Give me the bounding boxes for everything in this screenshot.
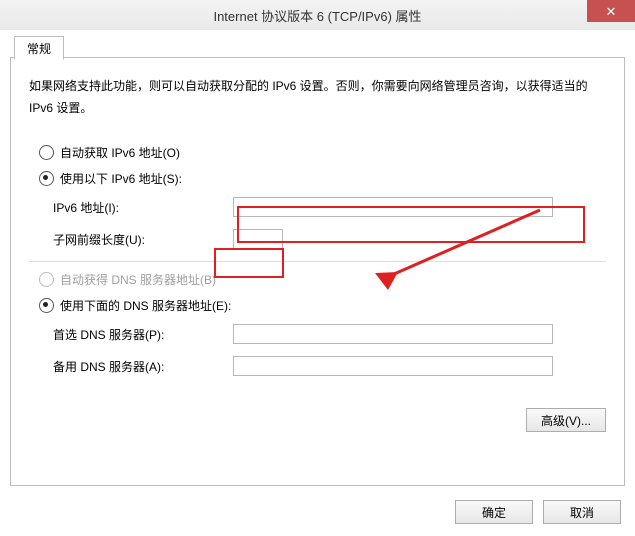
tab-general[interactable]: 常规	[14, 36, 64, 60]
radio-auto-dns: 自动获得 DNS 服务器地址(B)	[39, 268, 606, 290]
cancel-button[interactable]: 取消	[543, 500, 621, 524]
tab-control: 常规 如果网络支持此功能，则可以自动获取分配的 IPv6 设置。否则，你需要向网…	[10, 35, 625, 486]
input-ipv6-address[interactable]	[233, 197, 553, 217]
radio-icon	[39, 171, 54, 186]
window-body: 常规 如果网络支持此功能，则可以自动获取分配的 IPv6 设置。否则，你需要向网…	[0, 30, 635, 536]
advanced-button[interactable]: 高级(V)...	[526, 408, 606, 432]
radio-icon	[39, 272, 54, 287]
tab-strip: 常规	[10, 35, 625, 57]
input-pref-dns[interactable]	[233, 324, 553, 344]
radio-manual-ipv6-label: 使用以下 IPv6 地址(S):	[60, 170, 182, 187]
radio-manual-ipv6[interactable]: 使用以下 IPv6 地址(S):	[39, 167, 606, 189]
label-pref-dns: 首选 DNS 服务器(P):	[53, 326, 233, 343]
radio-icon	[39, 298, 54, 313]
label-prefix-length: 子网前缀长度(U):	[53, 231, 233, 248]
radio-manual-dns-label: 使用下面的 DNS 服务器地址(E):	[60, 297, 231, 314]
ipv6-fields: IPv6 地址(I): 子网前缀长度(U):	[53, 193, 606, 253]
row-pref-dns: 首选 DNS 服务器(P):	[53, 320, 606, 348]
close-icon: ✕	[606, 5, 617, 18]
properties-dialog: Internet 协议版本 6 (TCP/IPv6) 属性 ✕ 常规 如果网络支…	[0, 0, 635, 536]
dialog-buttons: 确定 取消	[455, 500, 621, 524]
label-ipv6-address: IPv6 地址(I):	[53, 199, 233, 216]
label-alt-dns: 备用 DNS 服务器(A):	[53, 358, 233, 375]
radio-icon	[39, 145, 54, 160]
dns-fields: 首选 DNS 服务器(P): 备用 DNS 服务器(A):	[53, 320, 606, 380]
advanced-row: 高级(V)...	[29, 408, 606, 432]
cancel-button-label: 取消	[570, 504, 594, 521]
radio-auto-ipv6[interactable]: 自动获取 IPv6 地址(O)	[39, 141, 606, 163]
separator	[29, 261, 606, 262]
ok-button-label: 确定	[482, 504, 506, 521]
advanced-button-label: 高级(V)...	[541, 412, 591, 429]
radio-auto-ipv6-label: 自动获取 IPv6 地址(O)	[60, 144, 180, 161]
radio-manual-dns[interactable]: 使用下面的 DNS 服务器地址(E):	[39, 294, 606, 316]
window-title: Internet 协议版本 6 (TCP/IPv6) 属性	[0, 6, 635, 25]
description-text: 如果网络支持此功能，则可以自动获取分配的 IPv6 设置。否则，你需要向网络管理…	[29, 76, 606, 119]
row-ipv6-address: IPv6 地址(I):	[53, 193, 606, 221]
tab-general-label: 常规	[27, 40, 51, 57]
row-prefix-length: 子网前缀长度(U):	[53, 225, 606, 253]
title-bar: Internet 协议版本 6 (TCP/IPv6) 属性 ✕	[0, 0, 635, 31]
ok-button[interactable]: 确定	[455, 500, 533, 524]
input-prefix-length[interactable]	[233, 229, 283, 249]
close-button[interactable]: ✕	[587, 0, 635, 22]
radio-auto-dns-label: 自动获得 DNS 服务器地址(B)	[60, 271, 216, 288]
tab-panel-general: 如果网络支持此功能，则可以自动获取分配的 IPv6 设置。否则，你需要向网络管理…	[10, 57, 625, 486]
input-alt-dns[interactable]	[233, 356, 553, 376]
row-alt-dns: 备用 DNS 服务器(A):	[53, 352, 606, 380]
